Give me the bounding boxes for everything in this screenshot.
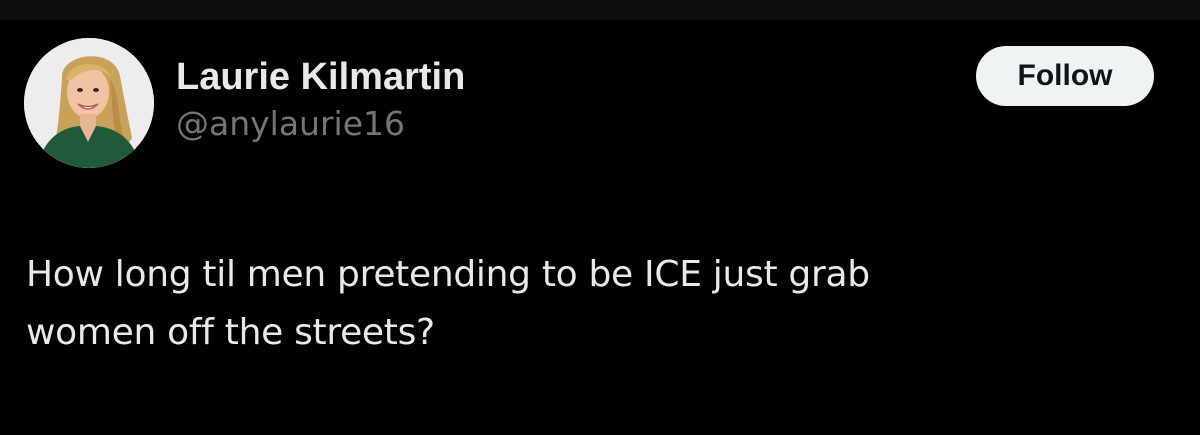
- user-handle[interactable]: @anylaurie16: [176, 102, 465, 146]
- tweet-card: Laurie Kilmartin @anylaurie16 Follow How…: [0, 20, 1200, 435]
- display-name[interactable]: Laurie Kilmartin: [176, 54, 465, 100]
- follow-button[interactable]: Follow: [976, 46, 1154, 106]
- tweet-text: How long til men pretending to be ICE ju…: [26, 254, 870, 353]
- profile-photo-icon: [24, 38, 154, 168]
- user-identity: Laurie Kilmartin @anylaurie16: [176, 54, 465, 146]
- top-status-strip: [0, 0, 1200, 20]
- avatar[interactable]: [24, 38, 154, 168]
